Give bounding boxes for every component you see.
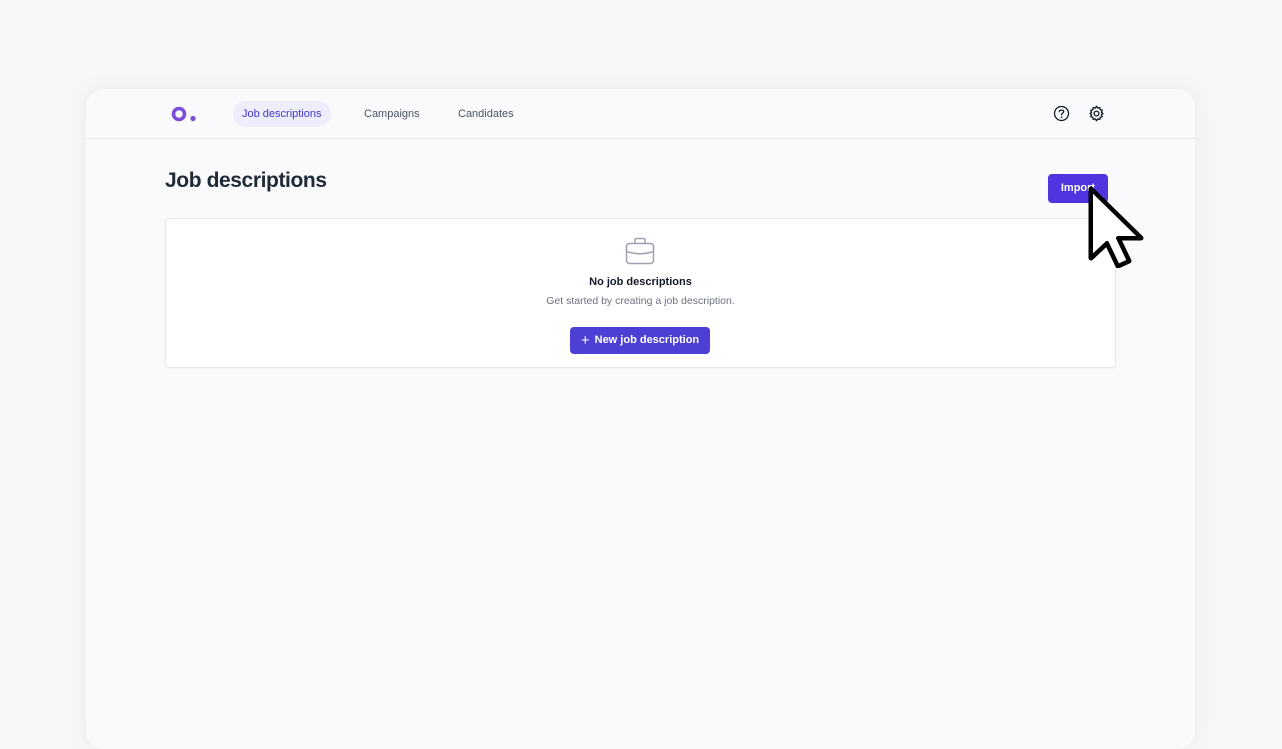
nav-campaigns[interactable]: Campaigns bbox=[355, 101, 429, 127]
empty-state-subtitle: Get started by creating a job descriptio… bbox=[546, 295, 735, 307]
app-window: Job descriptions Campaigns Candidates Jo… bbox=[86, 89, 1195, 749]
top-navigation: Job descriptions Campaigns Candidates bbox=[86, 89, 1195, 139]
help-circle-icon[interactable] bbox=[1053, 105, 1070, 122]
empty-state-title: No job descriptions bbox=[589, 276, 692, 288]
plus-icon: + bbox=[580, 332, 590, 349]
nav-job-descriptions[interactable]: Job descriptions bbox=[233, 101, 331, 127]
empty-state-card: No job descriptions Get started by creat… bbox=[165, 218, 1116, 368]
nav-candidates[interactable]: Candidates bbox=[449, 101, 523, 127]
mouse-cursor-icon bbox=[1088, 186, 1144, 268]
app-logo[interactable] bbox=[171, 106, 201, 122]
new-job-description-label: New job description bbox=[594, 334, 700, 346]
page-title: Job descriptions bbox=[165, 169, 327, 192]
new-job-description-button[interactable]: + New job description bbox=[570, 327, 710, 354]
briefcase-icon bbox=[625, 237, 655, 265]
gear-icon[interactable] bbox=[1088, 105, 1105, 122]
